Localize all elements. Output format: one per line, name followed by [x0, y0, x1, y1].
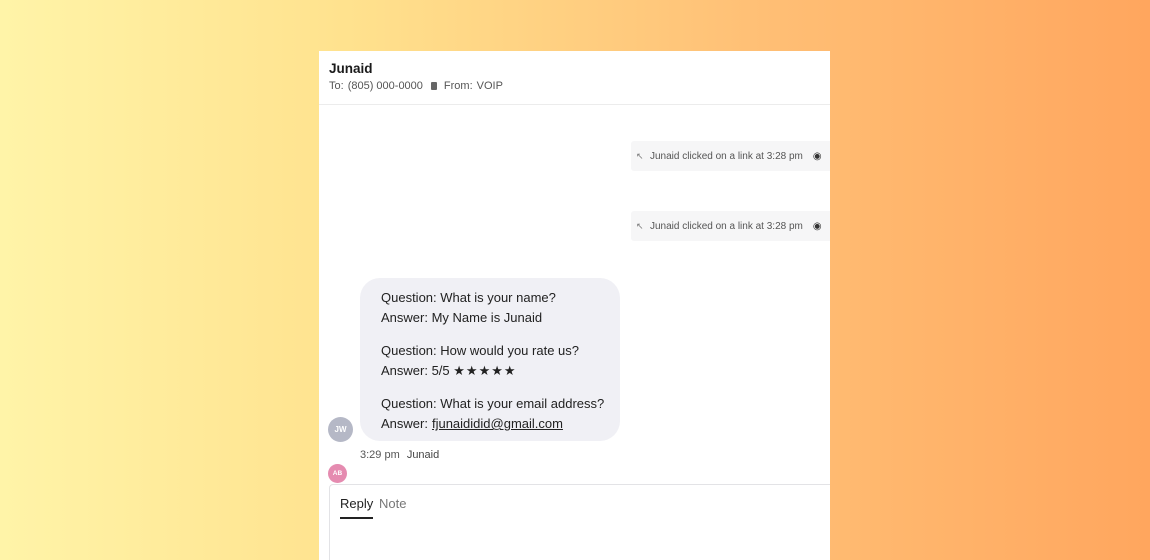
avatar[interactable]: AB — [328, 464, 347, 483]
answer-text: Answer: My Name is Junaid — [381, 310, 543, 325]
qa-pair: Question: What is your name? Answer: My … — [381, 288, 620, 328]
to-number[interactable]: (805) 000-0000 — [348, 80, 423, 92]
cursor-click-icon: ↖ — [636, 220, 644, 231]
contact-name[interactable]: Junaid — [329, 61, 373, 76]
composer-box[interactable]: Reply Note — [329, 484, 830, 560]
tab-reply[interactable]: Reply — [340, 496, 374, 519]
link-click-event: ↖ Junaid clicked on a link at 3:28 pm ◉ — [631, 141, 830, 171]
avatar[interactable]: JW — [328, 417, 353, 442]
qa-pair: Question: How would you rate us? Answer:… — [381, 341, 620, 381]
link-click-event: ↖ Junaid clicked on a link at 3:28 pm ◉ — [631, 211, 830, 241]
answer-text: Answer: — [381, 416, 428, 431]
eye-icon: ◉ — [812, 220, 822, 232]
event-text: Junaid clicked on a link at 3:28 pm — [650, 220, 803, 232]
conversation-panel: Junaid To: (805) 000-0000 From: VOIP ↖ J… — [319, 51, 830, 560]
from-value[interactable]: VOIP — [477, 80, 503, 92]
question-text: Question: How would you rate us? — [381, 343, 579, 358]
star-rating: ★★★★★ — [453, 363, 517, 378]
event-text: Junaid clicked on a link at 3:28 pm — [650, 150, 803, 162]
conversation-meta: To: (805) 000-0000 From: VOIP — [329, 80, 503, 92]
message-bubble: Question: What is your name? Answer: My … — [360, 278, 620, 441]
message-time: 3:29 pm — [360, 449, 400, 461]
message-footer: 3:29 pm Junaid — [360, 449, 439, 461]
conversation-header: Junaid To: (805) 000-0000 From: VOIP — [319, 51, 830, 105]
answer-line: Answer: 5/5 ★★★★★ — [381, 361, 620, 381]
email-link[interactable]: fjunaididid@gmail.com — [432, 416, 563, 431]
message-sender: Junaid — [406, 449, 440, 461]
to-label: To: — [329, 80, 344, 92]
from-label: From: — [443, 80, 473, 92]
answer-text: Answer: 5/5 — [381, 363, 450, 378]
question-text: Question: What is your email address? — [381, 396, 605, 411]
tab-note[interactable]: Note — [379, 496, 406, 517]
qa-pair: Question: What is your email address? An… — [381, 394, 620, 434]
answer-line: Answer: fjunaididid@gmail.com — [381, 414, 620, 434]
cursor-click-icon: ↖ — [636, 150, 644, 161]
phone-icon — [430, 82, 437, 90]
eye-icon: ◉ — [812, 150, 822, 162]
question-text: Question: What is your name? — [381, 290, 556, 305]
